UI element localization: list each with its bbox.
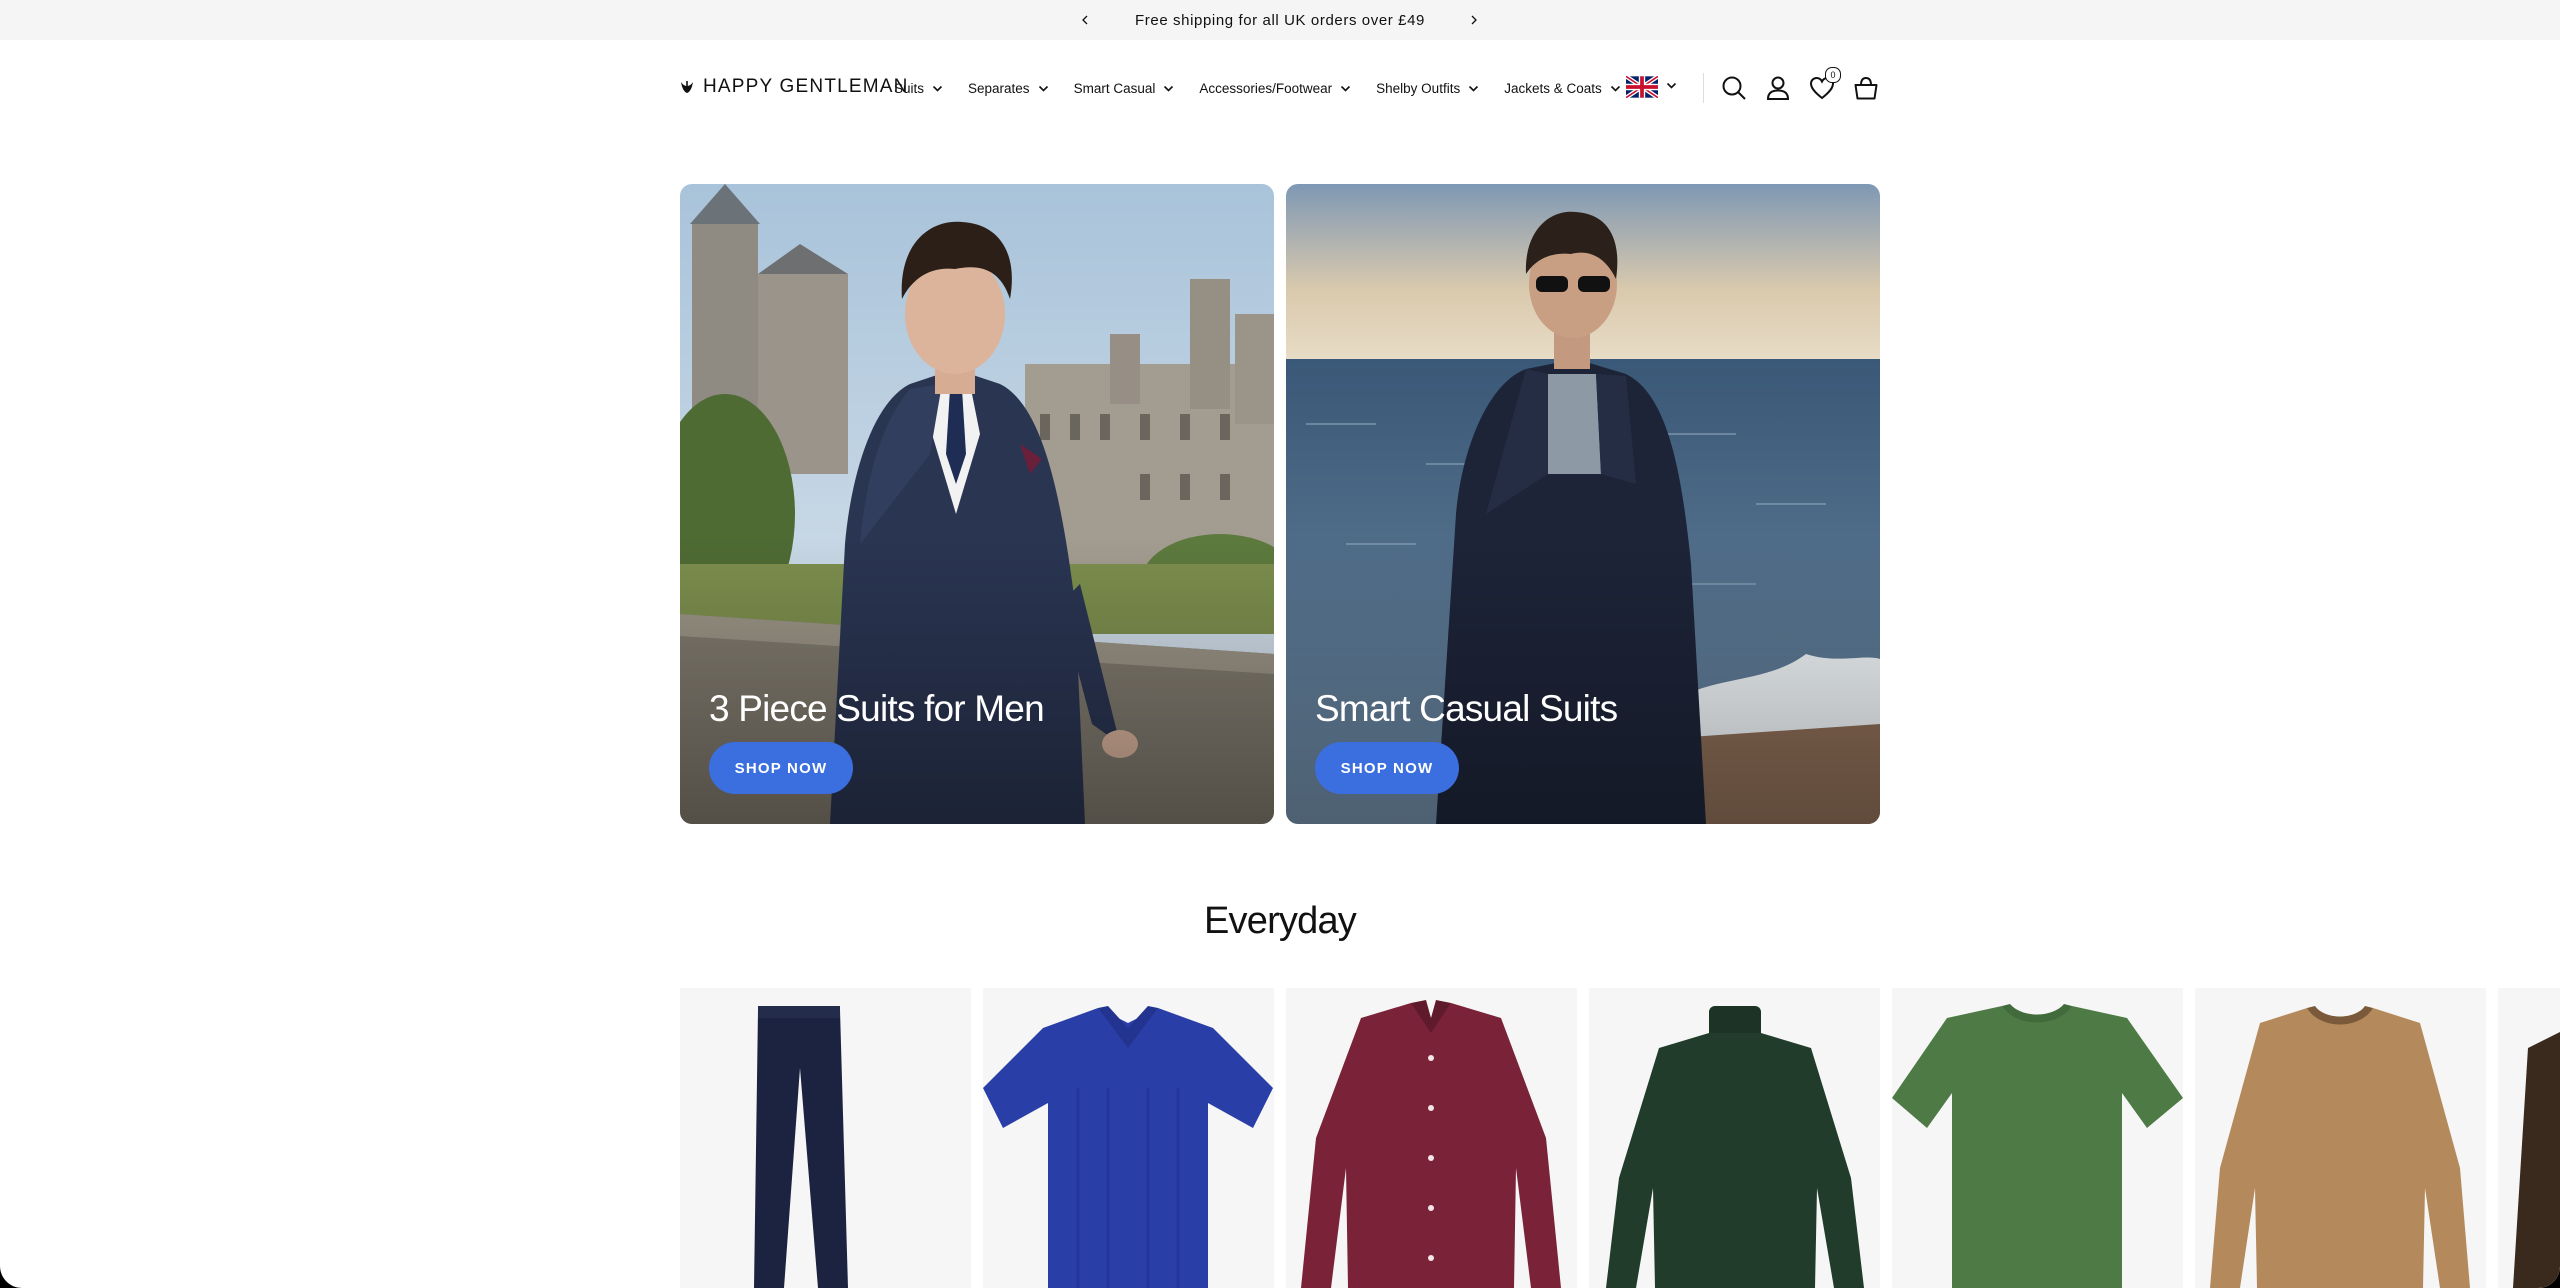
chevron-right-icon — [1471, 15, 1477, 25]
wishlist-button[interactable]: 0 — [1807, 67, 1841, 103]
nav-item-label: Jackets & Coats — [1504, 80, 1602, 96]
nav-item-separates[interactable]: Separates — [968, 81, 1049, 96]
announcement-next-button[interactable] — [1463, 9, 1485, 31]
basket-icon — [1854, 76, 1878, 100]
banner-title: 3 Piece Suits for Men — [709, 688, 1045, 729]
chevron-down-icon — [1666, 78, 1677, 96]
product-card-tshirt[interactable] — [1892, 988, 2183, 1288]
account-button[interactable] — [1763, 73, 1793, 103]
chevron-down-icon — [1163, 83, 1174, 94]
section-title: Everyday — [1203, 900, 1357, 942]
product-image-burgundy-shirt — [1301, 1000, 1561, 1288]
nav-item-jackets-coats[interactable]: Jackets & Coats — [1504, 81, 1621, 96]
product-card-jumper[interactable] — [2195, 988, 2486, 1288]
product-image-brown-garment — [2513, 1032, 2560, 1288]
product-card-polo[interactable] — [983, 988, 1274, 1288]
product-card-shirt[interactable] — [1286, 988, 1577, 1288]
main-nav: Suits Separates Smart Casual Accessories… — [894, 76, 1621, 100]
nav-item-label: Accessories/Footwear — [1199, 80, 1333, 96]
product-card-partial[interactable] — [2498, 988, 2560, 1288]
product-image-camel-jumper — [2210, 1006, 2470, 1288]
country-selector[interactable] — [1626, 76, 1677, 98]
announcement-bar: Free shipping for all UK orders over £49 — [0, 0, 2560, 40]
chevron-down-icon — [932, 83, 943, 94]
logo[interactable]: HAPPY GENTLEMAN — [679, 76, 909, 98]
product-carousel — [680, 988, 2560, 1288]
chevron-down-icon — [1038, 83, 1049, 94]
nav-item-label: Shelby Outfits — [1376, 80, 1461, 96]
product-card-trousers[interactable] — [680, 988, 971, 1288]
header-divider — [1703, 73, 1704, 103]
product-image-blue-polo — [983, 1006, 1273, 1288]
shop-now-button[interactable]: SHOP NOW — [709, 742, 853, 794]
product-image-green-tshirt — [1892, 1004, 2183, 1288]
cart-button[interactable] — [1851, 73, 1881, 103]
hero-banner-smart-casual-suits[interactable]: Smart Casual Suits SHOP NOW — [1286, 184, 1880, 824]
chevron-left-icon — [1082, 15, 1088, 25]
nav-item-shelby-outfits[interactable]: Shelby Outfits — [1376, 81, 1479, 96]
site-header: HAPPY GENTLEMAN Suits Separates Smart Ca… — [0, 40, 2560, 136]
search-button[interactable] — [1719, 73, 1749, 103]
uk-flag-icon — [1626, 76, 1658, 98]
nav-item-label: Suits — [894, 80, 925, 96]
chevron-down-icon — [1340, 83, 1351, 94]
announcement-prev-button[interactable] — [1074, 9, 1096, 31]
hero-banner-3-piece-suits[interactable]: 3 Piece Suits for Men SHOP NOW — [680, 184, 1274, 824]
page: Free shipping for all UK orders over £49… — [0, 0, 2560, 1288]
chevron-down-icon — [1610, 83, 1621, 94]
user-icon — [1766, 76, 1790, 100]
logo-mark-icon — [681, 81, 693, 93]
shop-now-button[interactable]: SHOP NOW — [1315, 742, 1459, 794]
product-image-green-rollneck — [1606, 1006, 1864, 1288]
search-icon — [1722, 76, 1746, 100]
chevron-down-icon — [1468, 83, 1479, 94]
announcement-text: Free shipping for all UK orders over £49 — [1135, 11, 1425, 29]
product-image-navy-trousers — [754, 1006, 848, 1288]
nav-item-smart-casual[interactable]: Smart Casual — [1074, 81, 1175, 96]
logo-text: HAPPY GENTLEMAN — [703, 76, 909, 97]
nav-item-label: Separates — [968, 80, 1030, 96]
product-card-rollneck[interactable] — [1589, 988, 1880, 1288]
nav-item-suits[interactable]: Suits — [894, 81, 943, 96]
wishlist-count-badge: 0 — [1825, 67, 1841, 83]
banner-title: Smart Casual Suits — [1315, 688, 1618, 729]
nav-item-accessories-footwear[interactable]: Accessories/Footwear — [1199, 81, 1351, 96]
nav-item-label: Smart Casual — [1073, 80, 1156, 96]
